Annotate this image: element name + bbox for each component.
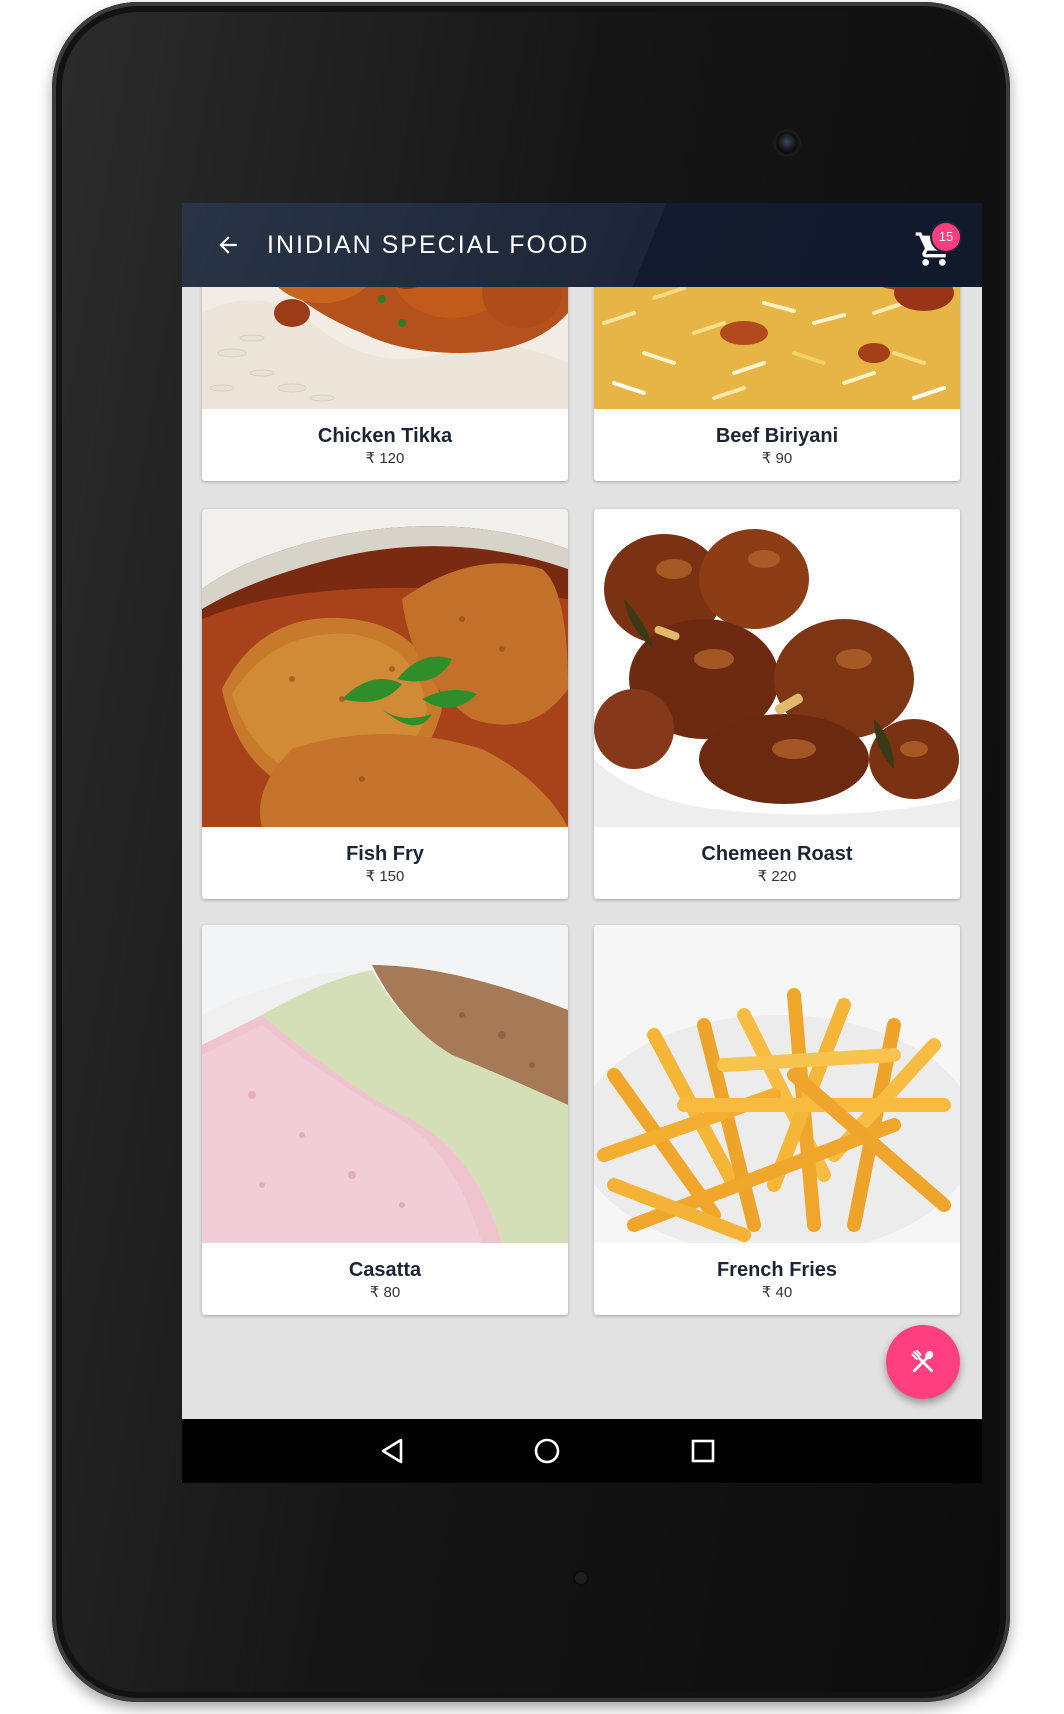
food-image-fish-fry bbox=[202, 509, 568, 827]
food-grid: Chicken Tikka ₹ 120 Beef Biriyani ₹ 90 F… bbox=[182, 203, 982, 1419]
arrow-left-icon bbox=[219, 236, 237, 254]
food-image-chemeen-roast bbox=[594, 509, 960, 827]
food-name: Fish Fry bbox=[346, 843, 424, 865]
food-price: ₹ 40 bbox=[761, 1284, 793, 1301]
nav-home-button[interactable] bbox=[527, 1431, 567, 1471]
tablet-frame: Chicken Tikka ₹ 120 Beef Biriyani ₹ 90 F… bbox=[52, 2, 1010, 1702]
food-card[interactable]: French Fries ₹ 40 bbox=[594, 925, 960, 1315]
app-bar: INIDIAN SPECIAL FOOD 15 bbox=[182, 203, 982, 287]
circle-home-icon bbox=[534, 1438, 560, 1464]
food-name: Chicken Tikka bbox=[317, 425, 453, 447]
food-name: Beef Biriyani bbox=[715, 425, 839, 447]
screen: Chicken Tikka ₹ 120 Beef Biriyani ₹ 90 F… bbox=[182, 203, 982, 1483]
front-camera bbox=[776, 132, 798, 154]
light-sensor bbox=[575, 1572, 587, 1584]
food-name: Casatta bbox=[348, 1259, 422, 1281]
food-image-casatta bbox=[202, 925, 568, 1243]
cutlery-icon bbox=[911, 1349, 934, 1373]
cart-count-badge: 15 bbox=[932, 223, 960, 251]
nav-recents-button[interactable] bbox=[683, 1431, 723, 1471]
food-image-french-fries bbox=[594, 925, 960, 1243]
food-name: Chemeen Roast bbox=[701, 843, 853, 865]
square-recents-icon bbox=[691, 1439, 715, 1463]
page-title: INIDIAN SPECIAL FOOD bbox=[267, 231, 590, 259]
order-fab-button[interactable] bbox=[886, 1325, 960, 1399]
food-price: ₹ 120 bbox=[365, 450, 405, 467]
food-price: ₹ 220 bbox=[757, 868, 797, 885]
food-card[interactable]: Chemeen Roast ₹ 220 bbox=[594, 509, 960, 899]
back-button[interactable] bbox=[208, 225, 248, 265]
food-price: ₹ 150 bbox=[365, 868, 405, 885]
food-card[interactable]: Casatta ₹ 80 bbox=[202, 925, 568, 1315]
nav-back-button[interactable] bbox=[372, 1431, 412, 1471]
food-price: ₹ 80 bbox=[369, 1284, 401, 1301]
system-navigation-bar bbox=[182, 1419, 982, 1483]
food-name: French Fries bbox=[716, 1259, 838, 1281]
food-card[interactable]: Fish Fry ₹ 150 bbox=[202, 509, 568, 899]
food-price: ₹ 90 bbox=[761, 450, 793, 467]
triangle-back-icon bbox=[381, 1438, 403, 1464]
